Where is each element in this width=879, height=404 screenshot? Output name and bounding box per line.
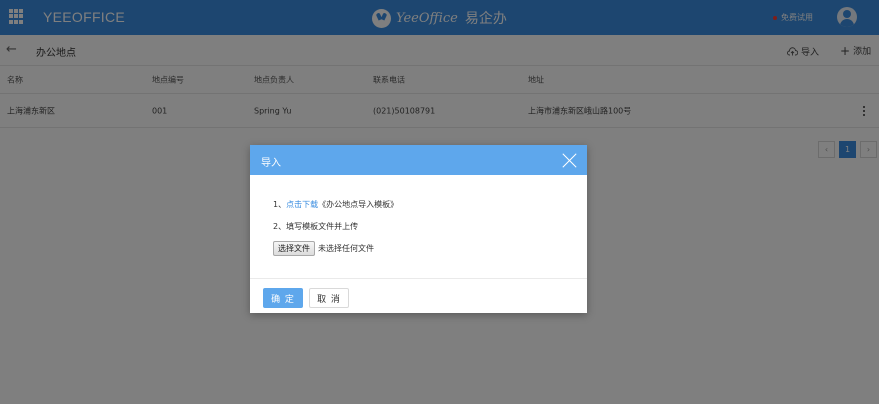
- step-upload: 2、填写模板文件并上传: [273, 222, 359, 231]
- download-template-link[interactable]: 点击下载: [286, 200, 318, 209]
- choose-file-button[interactable]: 选择文件: [273, 241, 315, 256]
- step-download: 1、点击下载《办公地点导入模板》: [273, 199, 398, 210]
- step1-prefix: 1、: [273, 200, 287, 209]
- file-status: 未选择任何文件: [318, 244, 374, 253]
- dialog-header: 导入: [250, 145, 587, 175]
- file-input: 选择文件 未选择任何文件: [273, 241, 374, 256]
- close-icon[interactable]: [562, 152, 578, 168]
- divider: [250, 278, 587, 279]
- confirm-button[interactable]: 确 定: [263, 288, 303, 308]
- dialog-title: 导入: [261, 158, 281, 169]
- cancel-button[interactable]: 取 消: [309, 288, 349, 308]
- template-name: 《办公地点导入模板》: [318, 200, 399, 209]
- import-dialog: 导入 1、点击下载《办公地点导入模板》 2、填写模板文件并上传 选择文件 未选择…: [250, 145, 587, 313]
